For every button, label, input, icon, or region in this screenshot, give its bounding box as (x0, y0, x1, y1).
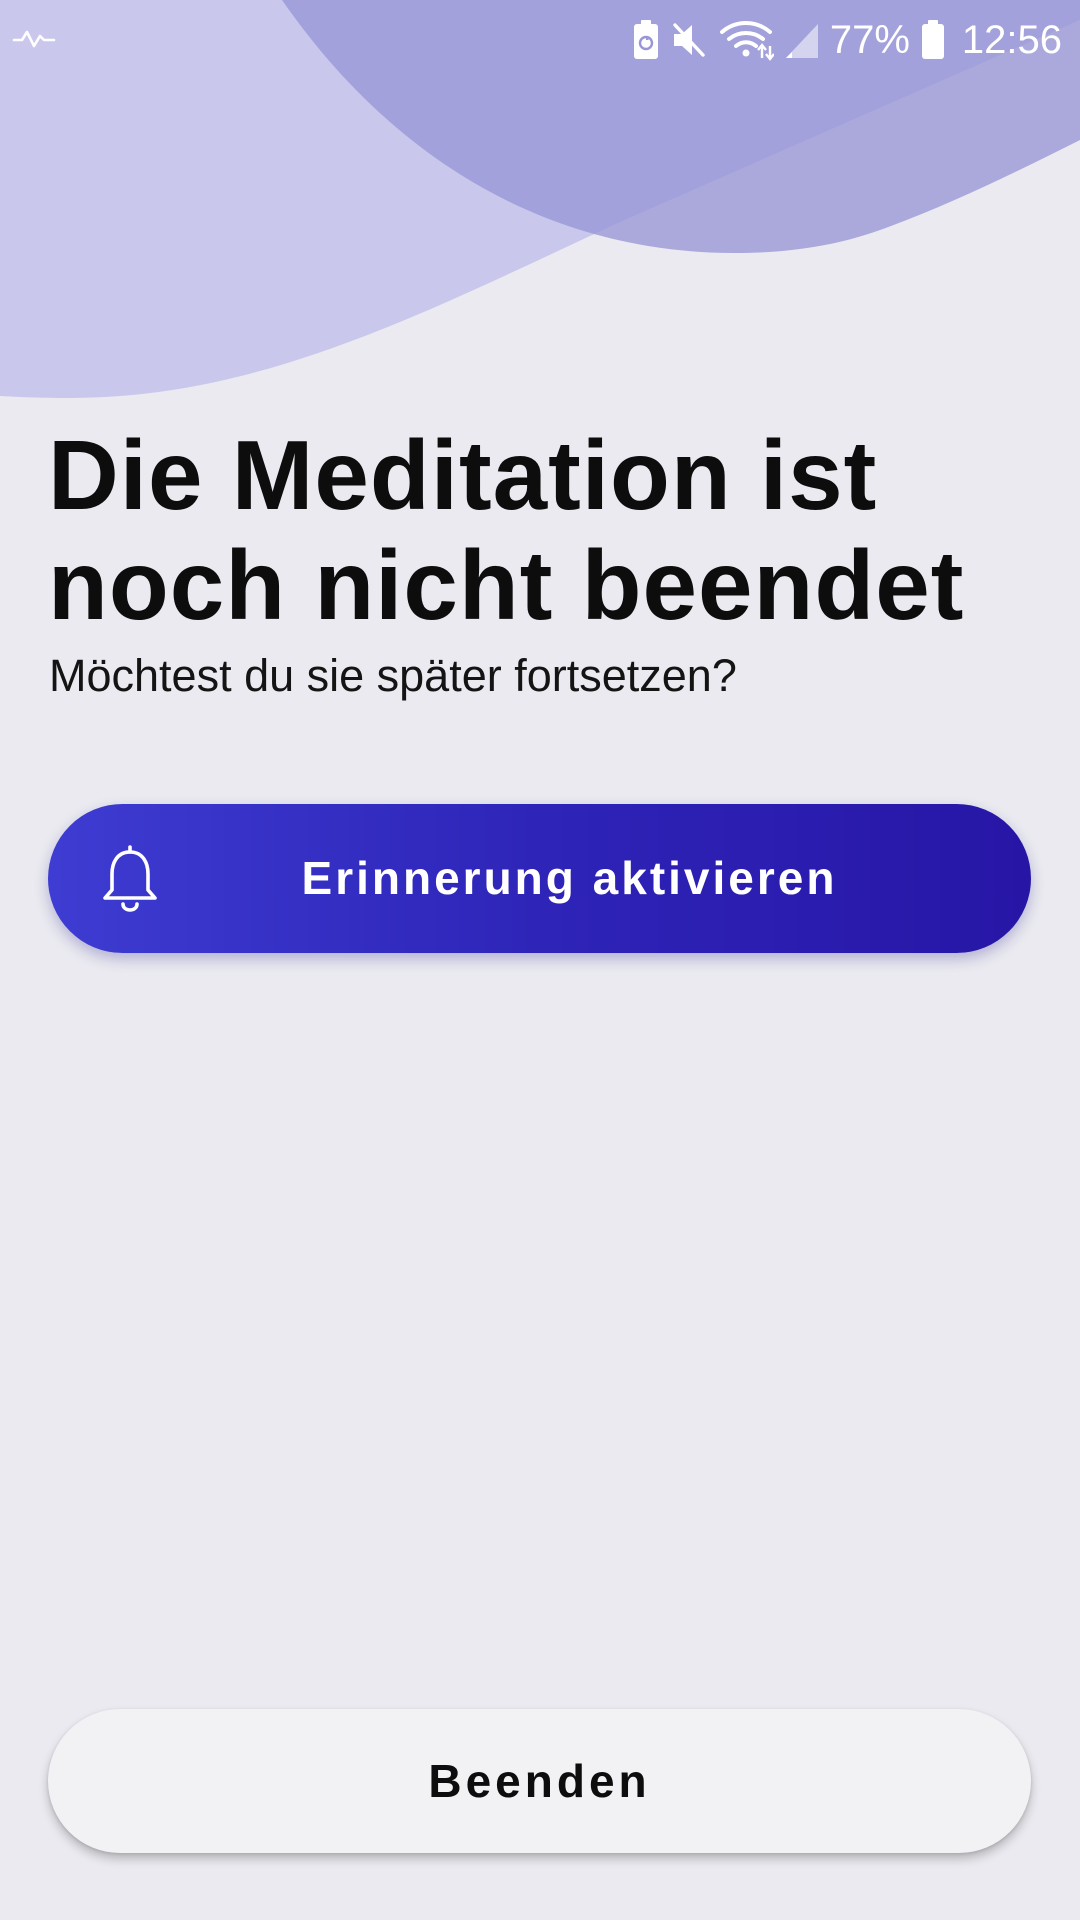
battery-saver-icon (633, 20, 658, 59)
signal-icon (785, 24, 818, 58)
app-screen: 77% 12:56 Die Meditation ist noch nicht … (0, 0, 1080, 1920)
status-bar: 77% 12:56 (0, 0, 1080, 80)
battery-icon (921, 20, 944, 59)
battery-percent: 77% (829, 18, 910, 62)
wifi-icon (719, 21, 774, 61)
status-icons: 77% 12:56 (632, 14, 1062, 66)
clock: 12:56 (961, 18, 1062, 62)
mute-icon (673, 23, 705, 57)
bell-icon (103, 845, 157, 912)
activate-reminder-label: Erinnerung aktivieren (301, 852, 838, 904)
end-button-label: Beenden (428, 1755, 651, 1807)
page-subtitle: Möchtest du sie später fortsetzen? (49, 650, 737, 701)
pulse-icon (12, 30, 56, 48)
activate-reminder-button[interactable]: Erinnerung aktivieren (48, 804, 1031, 953)
page-title: Die Meditation ist noch nicht beendet (48, 420, 965, 640)
end-button[interactable]: Beenden (48, 1709, 1031, 1853)
